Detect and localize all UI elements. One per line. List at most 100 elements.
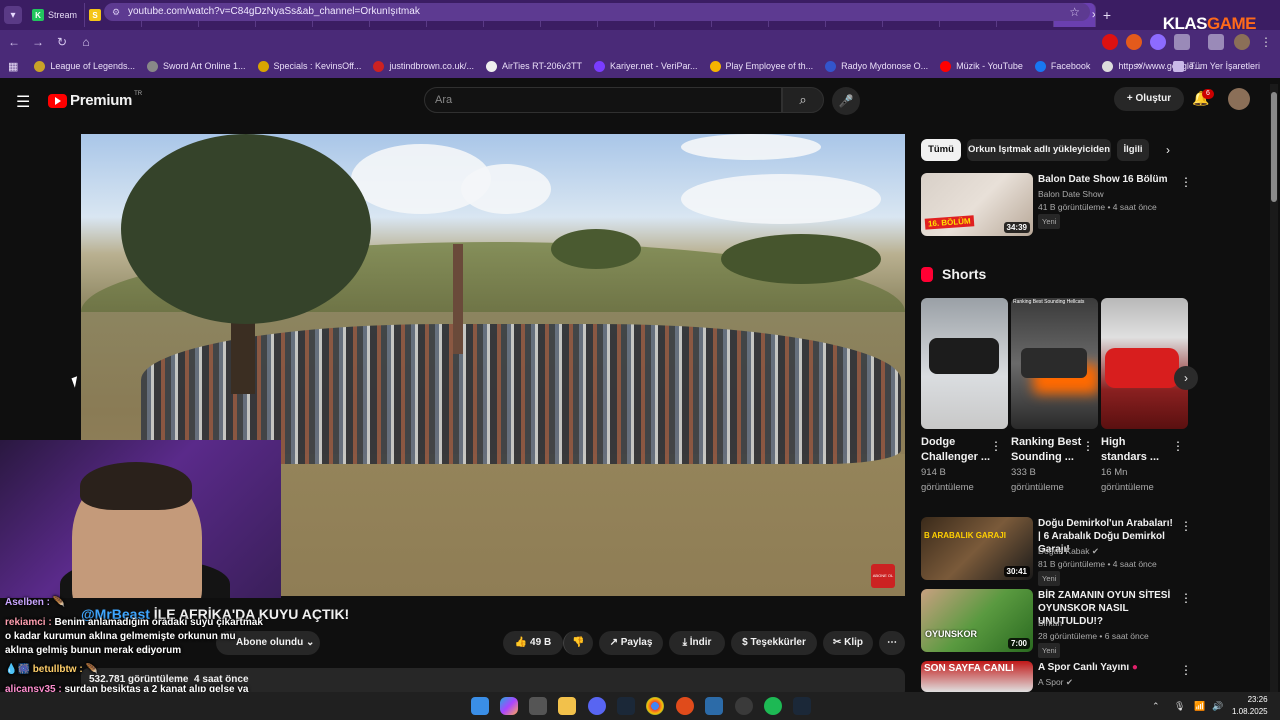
bookmark-favicon-icon	[1102, 60, 1114, 72]
tab-label: Stream	[48, 10, 78, 20]
rec-thumbnail[interactable]: SON SAYFA CANLI	[921, 661, 1033, 692]
browser-menu-icon[interactable]: ⋮	[1258, 34, 1274, 50]
tray-chevron-icon[interactable]: ⌃	[1152, 701, 1160, 712]
short-menu-icon[interactable]: ⋮	[990, 439, 1002, 453]
voice-search-mic-icon[interactable]: 🎤	[832, 87, 860, 115]
chip-all[interactable]: Tümü	[921, 139, 961, 161]
create-button[interactable]: + Oluştur	[1114, 87, 1184, 111]
app-icon-circle[interactable]	[735, 697, 753, 715]
file-explorer-icon[interactable]	[558, 697, 576, 715]
rec-channel[interactable]: Birkan	[1038, 617, 1062, 630]
clip-button[interactable]: ✂ Klip	[823, 631, 873, 655]
short-thumbnail[interactable]	[921, 298, 1008, 429]
steam-icon[interactable]	[793, 697, 811, 715]
search-button[interactable]: ⌕	[782, 87, 824, 113]
forward-icon[interactable]: →	[26, 35, 50, 49]
copilot-icon[interactable]	[500, 697, 518, 715]
menu-hamburger-icon[interactable]: ☰	[16, 92, 30, 112]
bookmark-label: Specials : KevinsOff...	[273, 61, 362, 71]
apps-grid-icon[interactable]: ▦	[8, 60, 18, 73]
rec-thumbnail[interactable]: 16. BÖLÜM 34:39	[921, 173, 1033, 236]
more-bookmarks-icon[interactable]: »	[1136, 60, 1142, 72]
rec-channel[interactable]: Balon Date Show	[1038, 188, 1104, 201]
rec-menu-icon[interactable]: ⋮	[1180, 519, 1192, 533]
rec-menu-icon[interactable]: ⋮	[1180, 175, 1192, 189]
thanks-button[interactable]: $ Teşekkürler	[731, 631, 817, 655]
discord-icon[interactable]	[588, 697, 606, 715]
scrollbar-thumb[interactable]	[1271, 92, 1277, 202]
chips-next-icon[interactable]: ›	[1166, 143, 1170, 157]
verified-icon: ✔	[1091, 546, 1100, 556]
chrome-icon[interactable]	[646, 697, 664, 715]
rec-badge: Yeni	[1038, 571, 1061, 586]
rec-thumbnail[interactable]: OYUNSKOR 7:00	[921, 589, 1033, 652]
bookmark-item[interactable]: Kariyer.net - VeriPar...	[593, 60, 698, 72]
new-tab-button[interactable]: +	[1096, 7, 1118, 23]
account-avatar[interactable]	[1228, 88, 1250, 110]
shorts-next-icon[interactable]: ›	[1174, 366, 1198, 390]
bookmark-item[interactable]: justindbrown.co.uk/...	[373, 60, 474, 72]
video-cloud	[681, 134, 821, 160]
short-thumbnail[interactable]: Ranking Best Sounding Hellcats	[1011, 298, 1098, 429]
bookmark-item[interactable]: Sword Art Online 1...	[146, 60, 246, 72]
short-thumbnail[interactable]	[1101, 298, 1188, 429]
reading-list-icon[interactable]	[1208, 34, 1224, 50]
rec-thumbnail[interactable]: B ARABALIK GARAJI 30:41	[921, 517, 1033, 580]
short-menu-icon[interactable]: ⋮	[1082, 439, 1094, 453]
youtube-header: ☰ Premium TR Ara ⌕ 🎤 + Oluştur 🔔 6	[0, 80, 1266, 120]
extension-icon-purple[interactable]	[1150, 34, 1166, 50]
tab-search-icon[interactable]: ▾	[4, 6, 22, 24]
search-input[interactable]: Ara	[424, 87, 782, 113]
volume-icon[interactable]: 🔊	[1212, 701, 1223, 712]
bookmark-item[interactable]: Facebook	[1034, 60, 1090, 72]
extension-icon-red[interactable]	[1102, 34, 1118, 50]
bookmark-item[interactable]: Play Employee of th...	[709, 60, 813, 72]
like-button[interactable]: 👍 49 B	[503, 631, 563, 655]
photos-icon[interactable]	[705, 697, 723, 715]
home-icon[interactable]: ⌂	[74, 35, 98, 49]
rec-title[interactable]: A Spor Canlı Yayını ●	[1038, 661, 1176, 674]
youtube-premium-logo[interactable]: Premium TR	[48, 91, 142, 109]
back-icon[interactable]: ←	[2, 35, 26, 49]
start-menu-icon[interactable]	[471, 697, 489, 715]
steam-icon[interactable]	[617, 697, 635, 715]
taskbar-clock[interactable]: 23:26 1.08.2025	[1232, 694, 1268, 718]
share-button[interactable]: ↗ Paylaş	[599, 631, 663, 655]
network-icon[interactable]: 📶	[1194, 701, 1205, 712]
chip-from-uploader[interactable]: Orkun Işıtmak adlı yükleyiciden	[967, 139, 1111, 161]
bookmark-item[interactable]: Radyo Mydonose O...	[825, 60, 928, 72]
bookmark-star-icon[interactable]: ☆	[1069, 3, 1080, 21]
app-icon-orange[interactable]	[676, 697, 694, 715]
short-title[interactable]: Dodge Challenger ...	[921, 435, 991, 465]
chip-related[interactable]: İlgili	[1117, 139, 1149, 161]
all-bookmarks-folder[interactable]: Tüm Yer İşaretleri	[1173, 60, 1260, 72]
reload-icon[interactable]: ↻	[50, 35, 74, 49]
extensions-puzzle-icon[interactable]	[1174, 34, 1190, 50]
download-button[interactable]: ⤓ İndir	[669, 631, 725, 655]
profile-avatar-icon[interactable]	[1234, 34, 1250, 50]
dislike-button[interactable]: 👎	[563, 631, 593, 655]
address-bar[interactable]: ⚙ youtube.com/watch?v=C84gDzNyaSs&ab_cha…	[104, 3, 1090, 21]
short-title[interactable]: High standars ...	[1101, 435, 1171, 465]
rec-menu-icon[interactable]: ⋮	[1180, 591, 1192, 605]
site-info-icon[interactable]: ⚙	[112, 3, 120, 21]
mouse-cursor-icon	[71, 376, 81, 388]
bookmark-item[interactable]: AirTies RT-206v3TT	[485, 60, 582, 72]
spotify-icon[interactable]	[764, 697, 782, 715]
rec-title[interactable]: Balon Date Show 16 Bölüm	[1038, 173, 1170, 186]
rec-channel[interactable]: Doğan Kabak ✔	[1038, 545, 1099, 558]
short-menu-icon[interactable]: ⋮	[1172, 439, 1184, 453]
bookmark-item[interactable]: League of Legends...	[34, 60, 135, 72]
short-title[interactable]: Ranking Best Sounding ...	[1011, 435, 1091, 465]
browser-tab[interactable]: K Stream	[28, 3, 85, 27]
rec-menu-icon[interactable]: ⋮	[1180, 663, 1192, 677]
bookmark-item[interactable]: Specials : KevinsOff...	[257, 60, 362, 72]
more-actions-icon[interactable]: ⋯	[879, 631, 905, 655]
extension-icon-orange[interactable]	[1126, 34, 1142, 50]
store-icon[interactable]	[529, 697, 547, 715]
bookmarks-bar: ▦ League of Legends... Sword Art Online 1…	[0, 54, 1280, 78]
mic-tray-icon[interactable]: 🎙	[1174, 701, 1185, 712]
bookmark-item[interactable]: Müzik - YouTube	[940, 60, 1023, 72]
rec-channel[interactable]: A Spor ✔	[1038, 676, 1073, 689]
bookmark-favicon-icon	[485, 60, 497, 72]
